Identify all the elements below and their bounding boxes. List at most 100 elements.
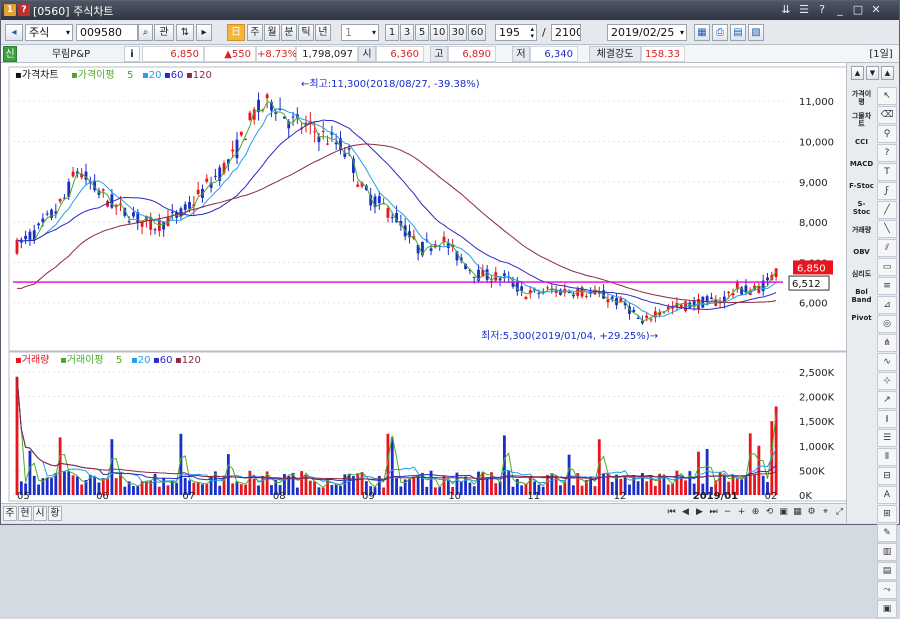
macd-indicator[interactable]: MACD <box>849 153 874 174</box>
close-icon[interactable]: ✕ <box>869 3 883 17</box>
tab-market[interactable]: 시 <box>33 506 47 521</box>
auto-tool-icon[interactable]: A <box>877 486 897 504</box>
info-button[interactable]: i <box>124 46 140 62</box>
panel-down-icon[interactable]: ▼ <box>866 66 879 80</box>
cursor-tool-icon[interactable]: ↖ <box>877 87 897 105</box>
table-view-icon[interactable]: ▦ <box>694 24 710 41</box>
stack-tool-icon[interactable]: ▤ <box>877 562 897 580</box>
pivot-indicator[interactable]: Pivot <box>849 307 874 328</box>
hist-tool-icon[interactable]: ▥ <box>877 543 897 561</box>
trend-tool-icon[interactable]: ╲ <box>877 220 897 238</box>
pattern-tool-icon[interactable]: ⊞ <box>877 505 897 523</box>
chart-settings-icon[interactable]: ⚙ <box>805 506 818 521</box>
day-button[interactable]: 日 <box>227 24 245 41</box>
x-tick-label: 06 <box>96 491 109 502</box>
ma-indicator[interactable]: 가격이평 <box>849 87 874 108</box>
chart-area[interactable]: 11,00010,0009,0008,0007,0006,0002,500K2,… <box>1 63 848 503</box>
tab-now[interactable]: 현 <box>18 506 32 521</box>
interval-10-button[interactable]: 10 <box>430 24 448 41</box>
minute-button[interactable]: 분 <box>281 24 297 41</box>
interval-5-button[interactable]: 5 <box>415 24 429 41</box>
wave-tool-icon[interactable]: ∿ <box>877 353 897 371</box>
minimize-icon[interactable]: _ <box>833 3 847 17</box>
rect-tool-icon[interactable]: ▭ <box>877 258 897 276</box>
spinner-icon[interactable]: ⇅ <box>176 24 194 41</box>
net-indicator[interactable]: 그물차트 <box>849 109 874 130</box>
hlines-tool-icon[interactable]: ☰ <box>877 429 897 447</box>
fstoc-indicator[interactable]: F-Stoc <box>849 175 874 196</box>
split-tool-icon[interactable]: ⊟ <box>877 467 897 485</box>
settings-icon[interactable]: ☰ <box>797 3 811 17</box>
scroll-next-icon[interactable]: ▶ <box>693 506 706 521</box>
interval-3-button[interactable]: 3 <box>400 24 414 41</box>
line-tool-icon[interactable]: ╱ <box>877 201 897 219</box>
cci-indicator[interactable]: CCI <box>849 131 874 152</box>
panel-up-icon[interactable]: ▲ <box>851 66 864 80</box>
interval-60-button[interactable]: 60 <box>468 24 486 41</box>
channel-tool-icon[interactable]: ⫽ <box>877 239 897 257</box>
scroll-last-icon[interactable]: ⏭ <box>707 506 720 521</box>
candle-body <box>334 142 338 145</box>
cross-tool-icon[interactable]: ⊹ <box>877 372 897 390</box>
help-icon[interactable]: ? <box>18 4 30 16</box>
week-button[interactable]: 주 <box>247 24 263 41</box>
print-icon[interactable]: ⎙ <box>712 24 728 41</box>
maximize-icon[interactable]: □ <box>851 3 865 17</box>
search-icon[interactable]: ⌕ <box>138 24 153 41</box>
pitch-tool-icon[interactable]: ⋔ <box>877 334 897 352</box>
count-input[interactable]: 195 ▴ ▾ <box>495 24 537 41</box>
note-tool-icon[interactable]: ✎ <box>877 524 897 542</box>
layout-icon[interactable]: ▧ <box>748 24 764 41</box>
prev-arrow-icon[interactable]: ◂ <box>5 24 23 41</box>
volume-bar <box>226 454 230 495</box>
flow-tool-icon[interactable]: ⤳ <box>877 581 897 599</box>
interval-30-button[interactable]: 30 <box>449 24 467 41</box>
tab-status[interactable]: 황 <box>48 506 62 521</box>
total-input[interactable]: 2100 <box>551 24 581 41</box>
zoom-icon[interactable]: ⊕ <box>749 506 762 521</box>
zoom-out-icon[interactable]: − <box>721 506 734 521</box>
interval-select[interactable]: 1 ▾ <box>341 24 379 41</box>
expand-icon[interactable]: ⤢ <box>833 506 846 521</box>
help-tool-icon[interactable]: ? <box>877 144 897 162</box>
grid-icon[interactable]: ▦ <box>791 506 804 521</box>
volume-indicator[interactable]: 거래량 <box>849 219 874 240</box>
help-button-icon[interactable]: ? <box>815 3 829 17</box>
market-select[interactable]: 주식 ▾ <box>25 24 73 41</box>
fib-tool-icon[interactable]: ≡ <box>877 277 897 295</box>
reset-icon[interactable]: ⟲ <box>763 506 776 521</box>
arrow-tool-icon[interactable]: ↗ <box>877 391 897 409</box>
cycle-tool-icon[interactable]: ◎ <box>877 315 897 333</box>
month-button[interactable]: 월 <box>264 24 280 41</box>
eraser-tool-icon[interactable]: ⌫ <box>877 106 897 124</box>
year-button[interactable]: 년 <box>315 24 331 41</box>
date-input[interactable]: 2019/02/25 ▾ <box>607 24 687 41</box>
code-input[interactable]: 009580 <box>76 24 138 41</box>
pin-icon[interactable]: ⌖ <box>819 506 832 521</box>
capture-icon[interactable]: ▣ <box>777 506 790 521</box>
link-icon[interactable]: ⇊ <box>779 3 793 17</box>
next-arrow-icon[interactable]: ▸ <box>196 24 212 41</box>
bol-indicator[interactable]: Bol Band <box>849 285 874 306</box>
magnet-tool-icon[interactable]: ⚲ <box>877 125 897 143</box>
psy-indicator[interactable]: 심리도 <box>849 263 874 284</box>
scroll-prev-icon[interactable]: ◀ <box>679 506 692 521</box>
panel-collapse-icon[interactable]: ▲ <box>881 66 894 80</box>
gann-tool-icon[interactable]: ⊿ <box>877 296 897 314</box>
fan-tool-icon[interactable]: ϝ <box>877 182 897 200</box>
bars-tool-icon[interactable]: ⫾ <box>877 410 897 428</box>
zoom-in-icon[interactable]: + <box>735 506 748 521</box>
tick-button[interactable]: 틱 <box>298 24 314 41</box>
sstoc-indicator[interactable]: S-Stoc <box>849 197 874 218</box>
save-icon[interactable]: ▤ <box>730 24 746 41</box>
vlines-tool-icon[interactable]: ⦀ <box>877 448 897 466</box>
chart-svg[interactable]: 11,00010,0009,0008,0007,0006,0002,500K2,… <box>1 63 848 503</box>
related-button[interactable]: 관 <box>154 24 174 41</box>
interval-1-button[interactable]: 1 <box>385 24 399 41</box>
volume-bar <box>80 484 84 495</box>
text-tool-icon[interactable]: T <box>877 163 897 181</box>
obv-indicator[interactable]: OBV <box>849 241 874 262</box>
scroll-first-icon[interactable]: ⏮ <box>665 506 678 521</box>
box-tool-icon[interactable]: ▣ <box>877 600 897 618</box>
tab-week[interactable]: 주 <box>3 506 17 521</box>
